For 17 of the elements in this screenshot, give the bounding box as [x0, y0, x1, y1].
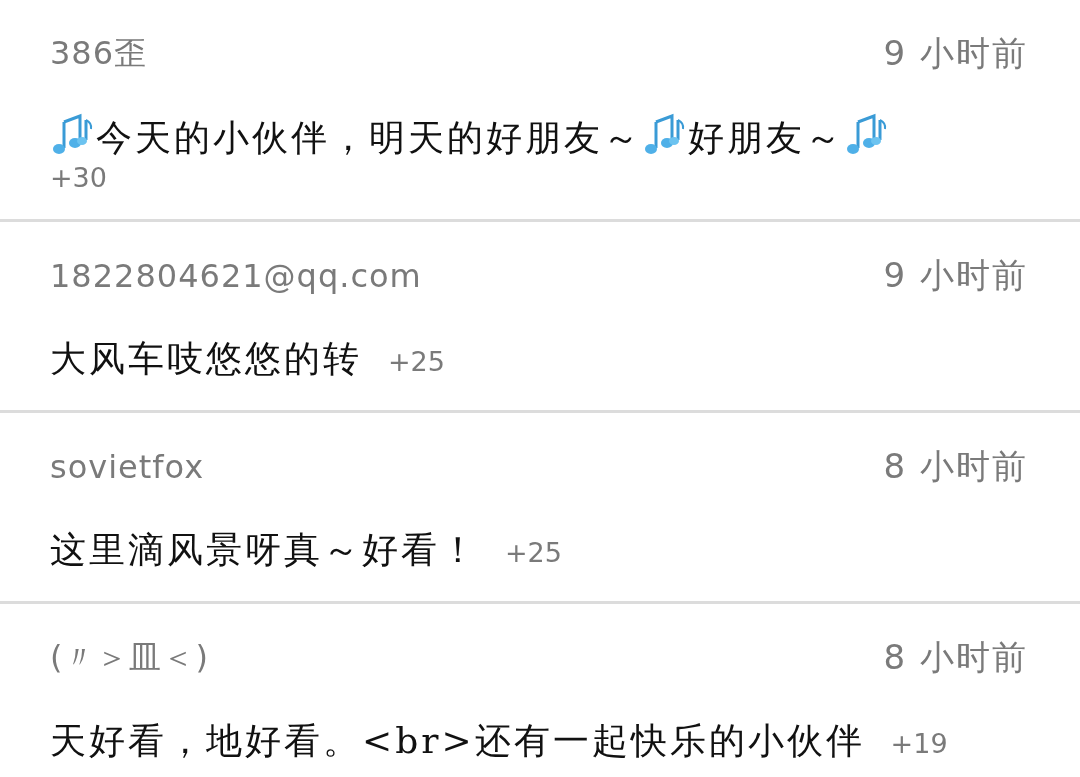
timestamp: 8 小时前	[883, 636, 1028, 679]
timestamp: 9 小时前	[883, 32, 1028, 75]
timestamp: 8 小时前	[883, 445, 1028, 488]
like-count[interactable]: +19	[890, 728, 948, 759]
comment-text: 好朋友～	[688, 117, 844, 158]
comment-text: 大风车吱悠悠的转	[50, 338, 362, 379]
username[interactable]: 386歪	[50, 32, 148, 76]
username[interactable]: 1822804621@qq.com	[50, 257, 422, 295]
timestamp: 9 小时前	[883, 254, 1028, 297]
like-count[interactable]: +25	[505, 537, 562, 568]
comment-text: 天好看，地好看。<br>还有一起快乐的小伙伴	[50, 720, 865, 761]
like-count[interactable]: +25	[388, 346, 445, 377]
comment-text: 今天的小伙伴，明天的好朋友～	[96, 117, 642, 158]
username[interactable]: (〃＞皿＜)	[50, 636, 209, 680]
username[interactable]: sovietfox	[50, 448, 205, 486]
comment-text: 这里滴风景呀真～好看！	[50, 529, 479, 570]
like-count[interactable]: +30	[50, 163, 1028, 193]
